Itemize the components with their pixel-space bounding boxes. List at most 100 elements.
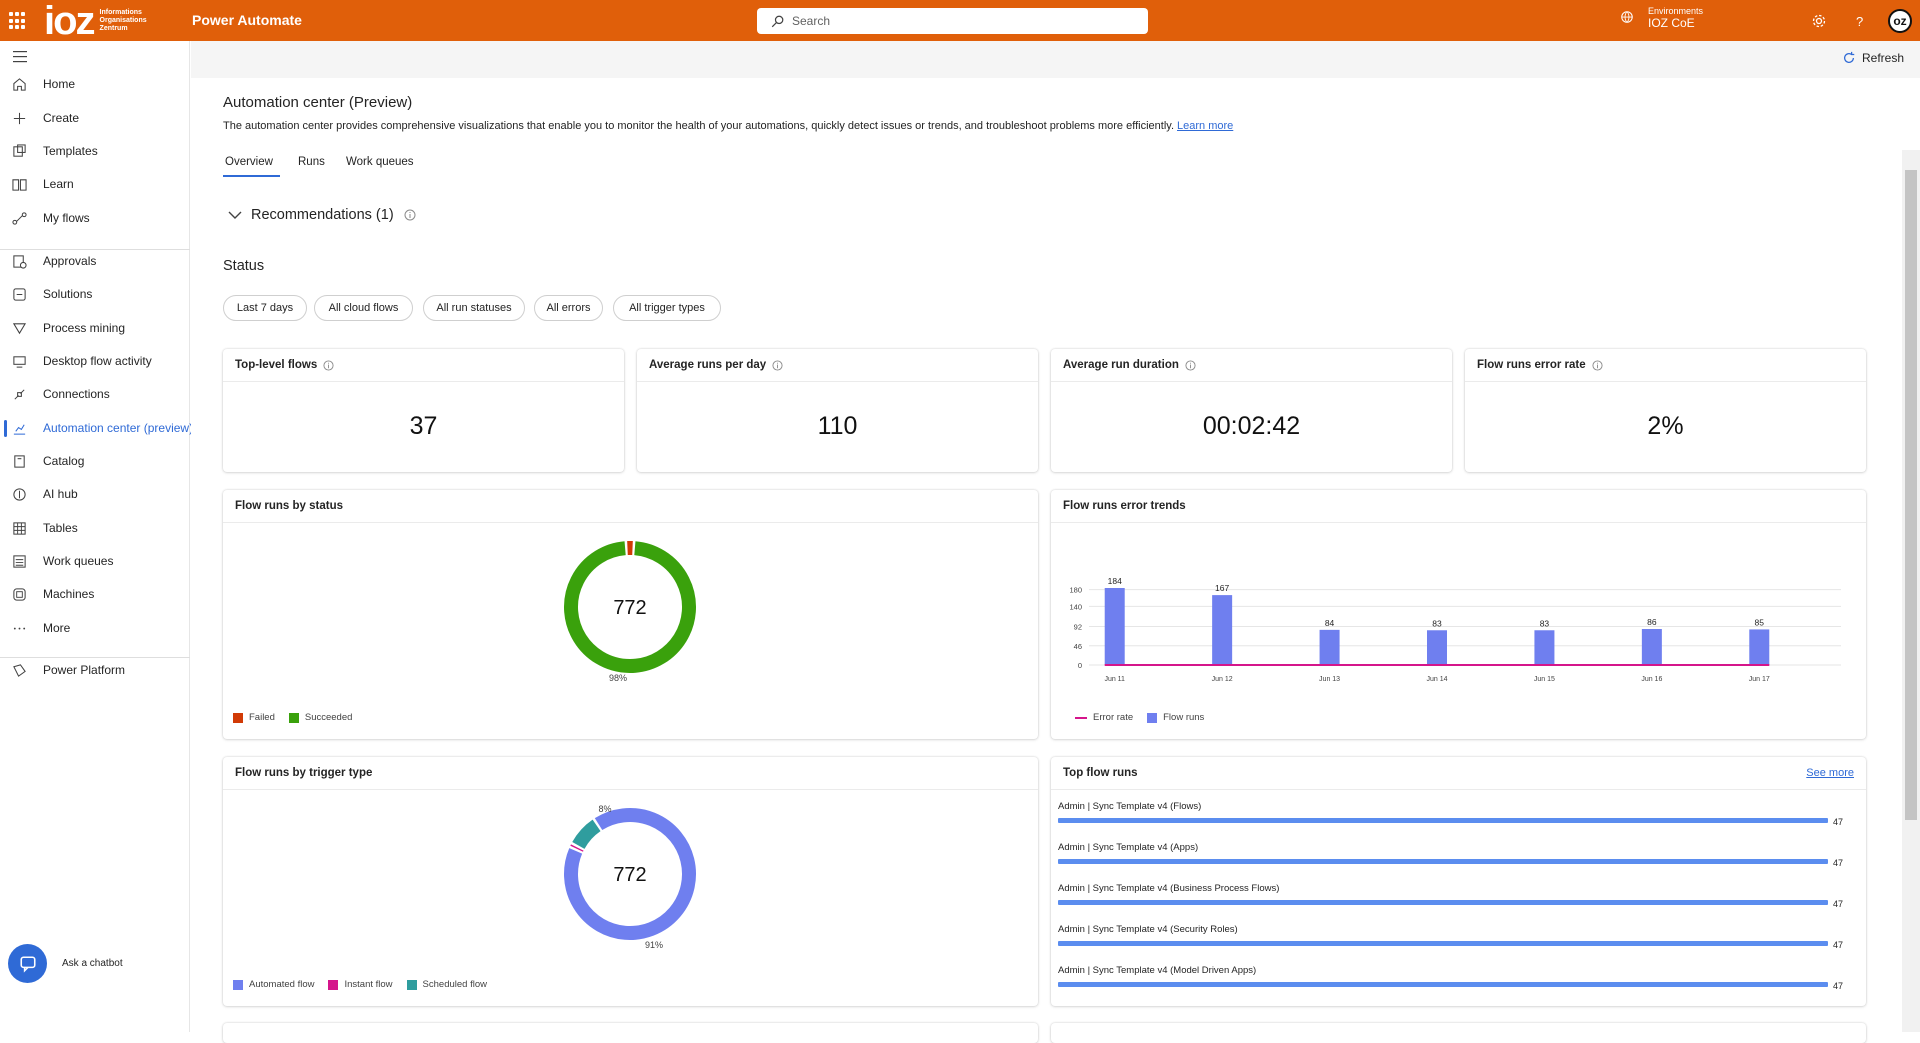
bar-data-label: 167 [1215, 583, 1229, 593]
work-queues-icon [12, 554, 27, 569]
x-tick-label: Jun 13 [1319, 676, 1340, 683]
info-icon[interactable] [1592, 360, 1603, 371]
refresh-button[interactable]: Refresh [1842, 51, 1904, 65]
bar-flow-runs[interactable] [1642, 629, 1662, 665]
card-title: Top flow runs [1063, 767, 1138, 779]
bar-flow-runs[interactable] [1320, 630, 1340, 665]
sidebar-item-connections[interactable]: Connections [0, 379, 190, 409]
plus-icon [12, 111, 27, 126]
error-trends-chart[interactable]: 04692140180184Jun 11167Jun 1284Jun 1383J… [1051, 530, 1866, 700]
top-flow-run-bar[interactable] [1058, 900, 1828, 905]
donut-slice-scheduled-flow[interactable] [578, 825, 596, 845]
bar-flow-runs[interactable] [1534, 630, 1554, 665]
legend-swatch [289, 713, 299, 723]
filter-run-statuses[interactable]: All run statuses [423, 295, 525, 321]
app-name[interactable]: Power Automate [192, 12, 302, 28]
filter-trigger-types[interactable]: All trigger types [613, 295, 721, 321]
sidebar-item-solutions[interactable]: Solutions [0, 279, 190, 309]
legend-item[interactable]: Failed [233, 712, 275, 723]
legend-item[interactable]: Scheduled flow [407, 979, 487, 990]
sidebar-item-label: Learn [43, 177, 74, 191]
legend-label: Instant flow [344, 979, 392, 990]
chatbot-button[interactable] [8, 944, 47, 983]
info-icon[interactable] [772, 360, 783, 371]
sidebar-item-process-mining[interactable]: Process mining [0, 313, 190, 343]
learn-more-link[interactable]: Learn more [1177, 120, 1233, 132]
search-placeholder: Search [792, 14, 830, 28]
top-flow-run-bar[interactable] [1058, 982, 1828, 987]
sidebar-item-catalog[interactable]: Catalog [0, 446, 190, 476]
sidebar-item-approvals[interactable]: Approvals [0, 246, 190, 276]
sidebar-item-my-flows[interactable]: My flows [0, 203, 190, 233]
vertical-scrollbar[interactable] [1902, 150, 1920, 1032]
sidebar-item-machines[interactable]: Machines [0, 579, 190, 609]
tab-overview[interactable]: Overview [225, 156, 273, 168]
y-tick-label: 92 [1074, 623, 1082, 632]
bar-flow-runs[interactable] [1105, 588, 1125, 665]
top-flow-run-value: 47 [1833, 981, 1843, 991]
trigger-donut-chart[interactable]: 77291%8% [223, 797, 1038, 967]
info-icon[interactable] [323, 360, 334, 371]
sidebar-item-learn[interactable]: Learn [0, 169, 190, 199]
x-tick-label: Jun 14 [1426, 676, 1447, 683]
sidebar-item-templates[interactable]: Templates [0, 136, 190, 166]
sidebar-item-create[interactable]: Create [0, 103, 190, 133]
top-flow-run-bar[interactable] [1058, 941, 1828, 946]
environment-icon [1620, 10, 1634, 24]
home-icon [12, 77, 27, 92]
sidebar-item-label: My flows [43, 211, 90, 225]
recommendations-toggle[interactable]: Recommendations (1) [228, 207, 425, 223]
legend-item[interactable]: Flow runs [1147, 712, 1204, 723]
tab-work-queues[interactable]: Work queues [346, 156, 414, 168]
donut-slice-label: 8% [598, 804, 611, 814]
donut-slice-instant-flow[interactable] [577, 848, 578, 849]
search-box[interactable]: Search [757, 8, 1148, 34]
legend-label: Succeeded [305, 712, 353, 723]
ai-hub-icon [12, 487, 27, 502]
app-launcher-icon[interactable] [9, 12, 27, 30]
status-donut-chart[interactable]: 77298% [223, 530, 1038, 700]
sidebar-item-ai-hub[interactable]: AI hub [0, 479, 190, 509]
legend-item[interactable]: Succeeded [289, 712, 353, 723]
kpi-value: 2% [1465, 412, 1866, 441]
sidebar-item-label: Home [43, 77, 75, 91]
sidebar-item-home[interactable]: Home [0, 69, 190, 99]
kpi-label: Average runs per day [649, 359, 766, 371]
approvals-icon [12, 254, 27, 269]
environment-picker[interactable]: Environments IOZ CoE [1620, 5, 1703, 29]
top-flow-run-bar[interactable] [1058, 818, 1828, 823]
legend-swatch [328, 980, 338, 990]
settings-icon[interactable] [1810, 12, 1828, 30]
bar-flow-runs[interactable] [1749, 629, 1769, 665]
chatbot-label[interactable]: Ask a chatbot [62, 958, 123, 969]
legend-item[interactable]: Automated flow [233, 979, 314, 990]
bar-flow-runs[interactable] [1427, 630, 1447, 665]
tab-runs[interactable]: Runs [298, 156, 325, 168]
legend-label: Flow runs [1163, 712, 1204, 723]
logo-mark: ioz [44, 1, 94, 41]
top-bar: ioz Informations Organisations Zentrum P… [0, 0, 1920, 41]
legend-item[interactable]: Error rate [1075, 712, 1133, 723]
hamburger-menu-icon[interactable] [13, 51, 27, 66]
sidebar-item-more[interactable]: More [0, 613, 190, 643]
info-icon[interactable] [404, 209, 416, 221]
see-more-link[interactable]: See more [1806, 767, 1854, 779]
sidebar-item-power-platform[interactable]: Power Platform [0, 655, 190, 685]
filter-errors[interactable]: All errors [534, 295, 603, 321]
sidebar-item-work-queues[interactable]: Work queues [0, 546, 190, 576]
x-tick-label: Jun 17 [1749, 676, 1770, 683]
info-icon[interactable] [1185, 360, 1196, 371]
avatar[interactable]: oz [1888, 9, 1912, 33]
filter-cloud-flows[interactable]: All cloud flows [314, 295, 413, 321]
sidebar-item-tables[interactable]: Tables [0, 513, 190, 543]
help-icon[interactable]: ? [1851, 12, 1869, 30]
scrollbar-thumb[interactable] [1905, 170, 1917, 820]
chevron-down-icon [228, 210, 242, 220]
top-flow-run-bar[interactable] [1058, 859, 1828, 864]
sidebar-item-desktop-flow-activity[interactable]: Desktop flow activity [0, 346, 190, 376]
legend-item[interactable]: Instant flow [328, 979, 392, 990]
logo-sub-line: Zentrum [100, 25, 128, 32]
filter-date-range[interactable]: Last 7 days [223, 295, 307, 321]
bar-flow-runs[interactable] [1212, 595, 1232, 665]
sidebar-item-automation-center-preview[interactable]: Automation center (preview) [0, 413, 190, 443]
